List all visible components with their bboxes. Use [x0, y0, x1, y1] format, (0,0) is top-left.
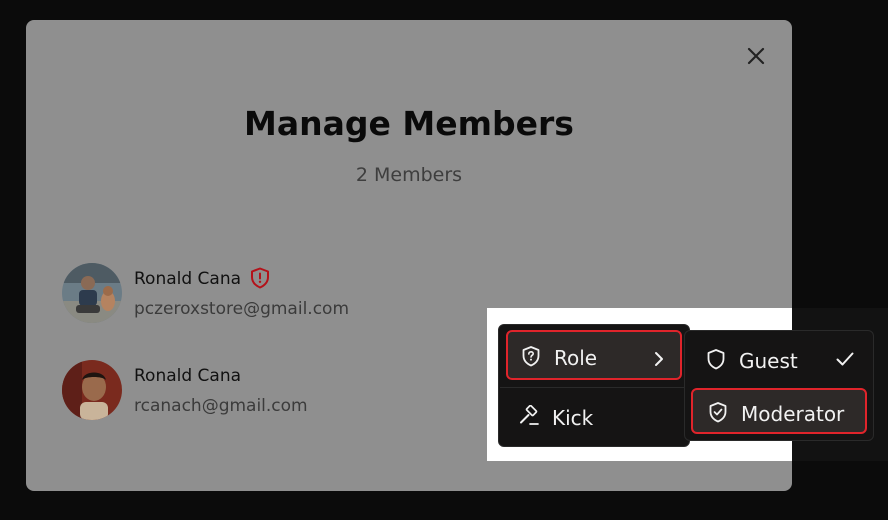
member-context-menu: Role Kick: [498, 324, 690, 447]
menu-item-kick[interactable]: Kick: [506, 392, 682, 442]
menu-divider: [500, 387, 688, 388]
member-name: Ronald Cana: [134, 366, 242, 386]
member-count: 2 Members: [355, 164, 463, 186]
shield-alert-icon: [250, 267, 270, 289]
gavel-icon: [518, 404, 540, 427]
role-option-label: Guest: [739, 349, 798, 373]
close-icon[interactable]: [745, 45, 767, 67]
role-option-guest[interactable]: Guest: [691, 337, 867, 383]
role-option-moderator[interactable]: Moderator: [691, 388, 867, 434]
member-name: Ronald Cana: [134, 269, 242, 289]
chevron-right-icon: [652, 348, 666, 366]
avatar: [62, 360, 122, 420]
avatar: [62, 263, 122, 323]
role-submenu: Guest Moderator: [684, 330, 874, 441]
page-title: Manage Members: [244, 104, 574, 143]
menu-item-role[interactable]: Role: [506, 330, 682, 380]
member-email: pczeroxstore@gmail.com: [134, 299, 349, 319]
member-email: rcanach@gmail.com: [134, 396, 308, 416]
shield-check-icon: [707, 401, 729, 423]
role-option-label: Moderator: [741, 402, 845, 426]
menu-item-label: Role: [554, 346, 598, 370]
checkmark-icon: [835, 349, 855, 369]
shield-icon: [705, 348, 727, 370]
shield-question-icon: [520, 345, 542, 367]
menu-item-label: Kick: [552, 406, 594, 430]
